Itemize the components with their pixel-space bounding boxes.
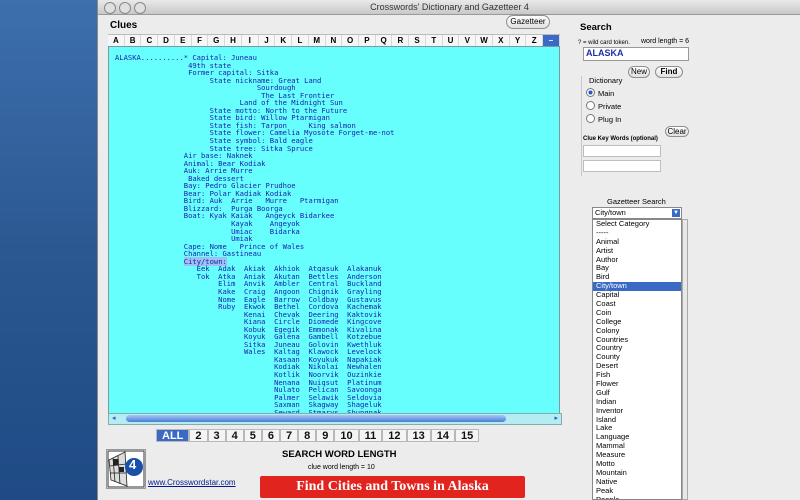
- letter-button[interactable]: T: [426, 35, 443, 46]
- radio-dot-icon: [586, 114, 595, 123]
- letter-button[interactable]: H: [225, 35, 242, 46]
- word-length-bar: ALL 2 3 4 5 6 7 8 9 10 11 12 13 14 15: [156, 429, 480, 442]
- word-length-readout: word length = 6: [641, 38, 690, 45]
- scroll-right-icon[interactable]: ▸: [554, 414, 558, 422]
- word-length-button[interactable]: 9: [316, 429, 335, 442]
- word-length-button[interactable]: 8: [298, 429, 317, 442]
- letter-button[interactable]: –: [543, 35, 560, 46]
- letter-button[interactable]: Z: [526, 35, 544, 46]
- radio-plug-in[interactable]: Plug In: [586, 114, 621, 124]
- gazetteer-button[interactable]: Gazetteer: [506, 15, 550, 29]
- letter-button[interactable]: O: [342, 35, 360, 46]
- letter-button[interactable]: P: [359, 35, 376, 46]
- gazetteer-search-label: Gazetteer Search: [607, 197, 666, 206]
- letter-button[interactable]: X: [493, 35, 510, 46]
- word-length-button[interactable]: 10: [334, 429, 359, 442]
- radio-dot-icon: [586, 88, 595, 97]
- word-length-button[interactable]: 5: [243, 429, 262, 442]
- letter-button[interactable]: G: [208, 35, 226, 46]
- word-length-button[interactable]: 12: [382, 429, 407, 442]
- website-link[interactable]: www.Crosswordstar.com: [148, 478, 236, 487]
- dictionary-label: Dictionary: [589, 76, 623, 85]
- category-list-scrollbar[interactable]: [682, 219, 688, 500]
- zoom-window-button[interactable]: [134, 2, 146, 14]
- search-title: Search: [580, 22, 612, 33]
- letter-button[interactable]: K: [275, 35, 293, 46]
- letter-button[interactable]: D: [158, 35, 175, 46]
- title-bar: Crosswords' Dictionary and Gazetteer 4: [98, 0, 800, 15]
- chevron-down-icon: ▼: [672, 209, 680, 217]
- letter-button[interactable]: E: [175, 35, 192, 46]
- letter-button[interactable]: S: [409, 35, 426, 46]
- word-length-button[interactable]: 4: [225, 429, 244, 442]
- close-window-button[interactable]: [104, 2, 116, 14]
- letter-button[interactable]: M: [309, 35, 326, 46]
- letter-button[interactable]: A: [108, 35, 125, 46]
- crosswordstar-logo: 4: [106, 449, 146, 489]
- letter-button[interactable]: V: [459, 35, 477, 46]
- gazetteer-category-list[interactable]: Select Category ----- Animal Artist Author Ba…: [592, 219, 682, 500]
- word-length-button[interactable]: 15: [455, 429, 480, 442]
- gazetteer-category-select[interactable]: City/town ▼: [592, 207, 682, 219]
- minimize-window-button[interactable]: [119, 2, 131, 14]
- word-length-button[interactable]: 3: [207, 429, 226, 442]
- logo-number: 4: [129, 457, 137, 472]
- promo-banner: Find Cities and Towns in Alaska: [260, 476, 525, 498]
- letter-button[interactable]: I: [242, 35, 259, 46]
- app-window: Crosswords' Dictionary and Gazetteer 4 C…: [97, 0, 800, 500]
- radio-dot-icon: [586, 101, 595, 110]
- radio-label: Private: [598, 102, 622, 111]
- clue-key-words-label: Clue Key Words (optional): [583, 136, 658, 142]
- clues-label: Clues: [110, 20, 138, 31]
- window-title: Crosswords' Dictionary and Gazetteer 4: [370, 2, 529, 12]
- clue-word-length: clue word length = 10: [308, 464, 375, 471]
- radio-private[interactable]: Private: [586, 101, 621, 111]
- letter-button[interactable]: F: [192, 35, 209, 46]
- letter-button[interactable]: L: [292, 35, 309, 46]
- letter-button[interactable]: N: [326, 35, 343, 46]
- clue-text: ALASKA..........* Capital: Juneau 49th s…: [109, 47, 559, 414]
- scroll-left-icon[interactable]: ◂: [112, 414, 116, 422]
- letter-button[interactable]: Y: [510, 35, 527, 46]
- search-input[interactable]: ALASKA: [583, 47, 689, 61]
- word-length-button[interactable]: 2: [189, 429, 208, 442]
- key-word-field-2[interactable]: [583, 160, 661, 172]
- selected-category: City/town: [595, 208, 626, 217]
- horizontal-scrollbar[interactable]: ◂ ▸: [108, 413, 562, 425]
- letter-button[interactable]: B: [125, 35, 142, 46]
- word-length-button[interactable]: 7: [280, 429, 299, 442]
- word-length-button[interactable]: 11: [358, 429, 383, 442]
- letter-button[interactable]: C: [141, 35, 159, 46]
- category-option[interactable]: People: [593, 495, 681, 499]
- letter-button[interactable]: W: [476, 35, 493, 46]
- radio-label: Plug In: [598, 115, 622, 124]
- radio-main[interactable]: Main: [586, 88, 614, 98]
- clear-button[interactable]: Clear: [665, 126, 689, 137]
- word-length-button[interactable]: ALL: [156, 429, 190, 442]
- scroll-thumb[interactable]: [126, 415, 506, 422]
- word-length-button[interactable]: 6: [261, 429, 281, 442]
- letter-button[interactable]: R: [392, 35, 410, 46]
- letter-button[interactable]: J: [259, 35, 276, 46]
- letter-button[interactable]: Q: [376, 35, 393, 46]
- clue-panel[interactable]: ALASKA..........* Capital: Juneau 49th s…: [108, 46, 560, 415]
- wildcard-note: ? = wild card token.: [578, 40, 630, 46]
- radio-label: Main: [598, 89, 615, 98]
- word-length-button[interactable]: 14: [430, 429, 456, 442]
- word-length-button[interactable]: 13: [406, 429, 431, 442]
- search-word-length-title: SEARCH WORD LENGTH: [282, 449, 397, 460]
- key-word-field-1[interactable]: [583, 145, 661, 157]
- letter-button[interactable]: U: [443, 35, 460, 46]
